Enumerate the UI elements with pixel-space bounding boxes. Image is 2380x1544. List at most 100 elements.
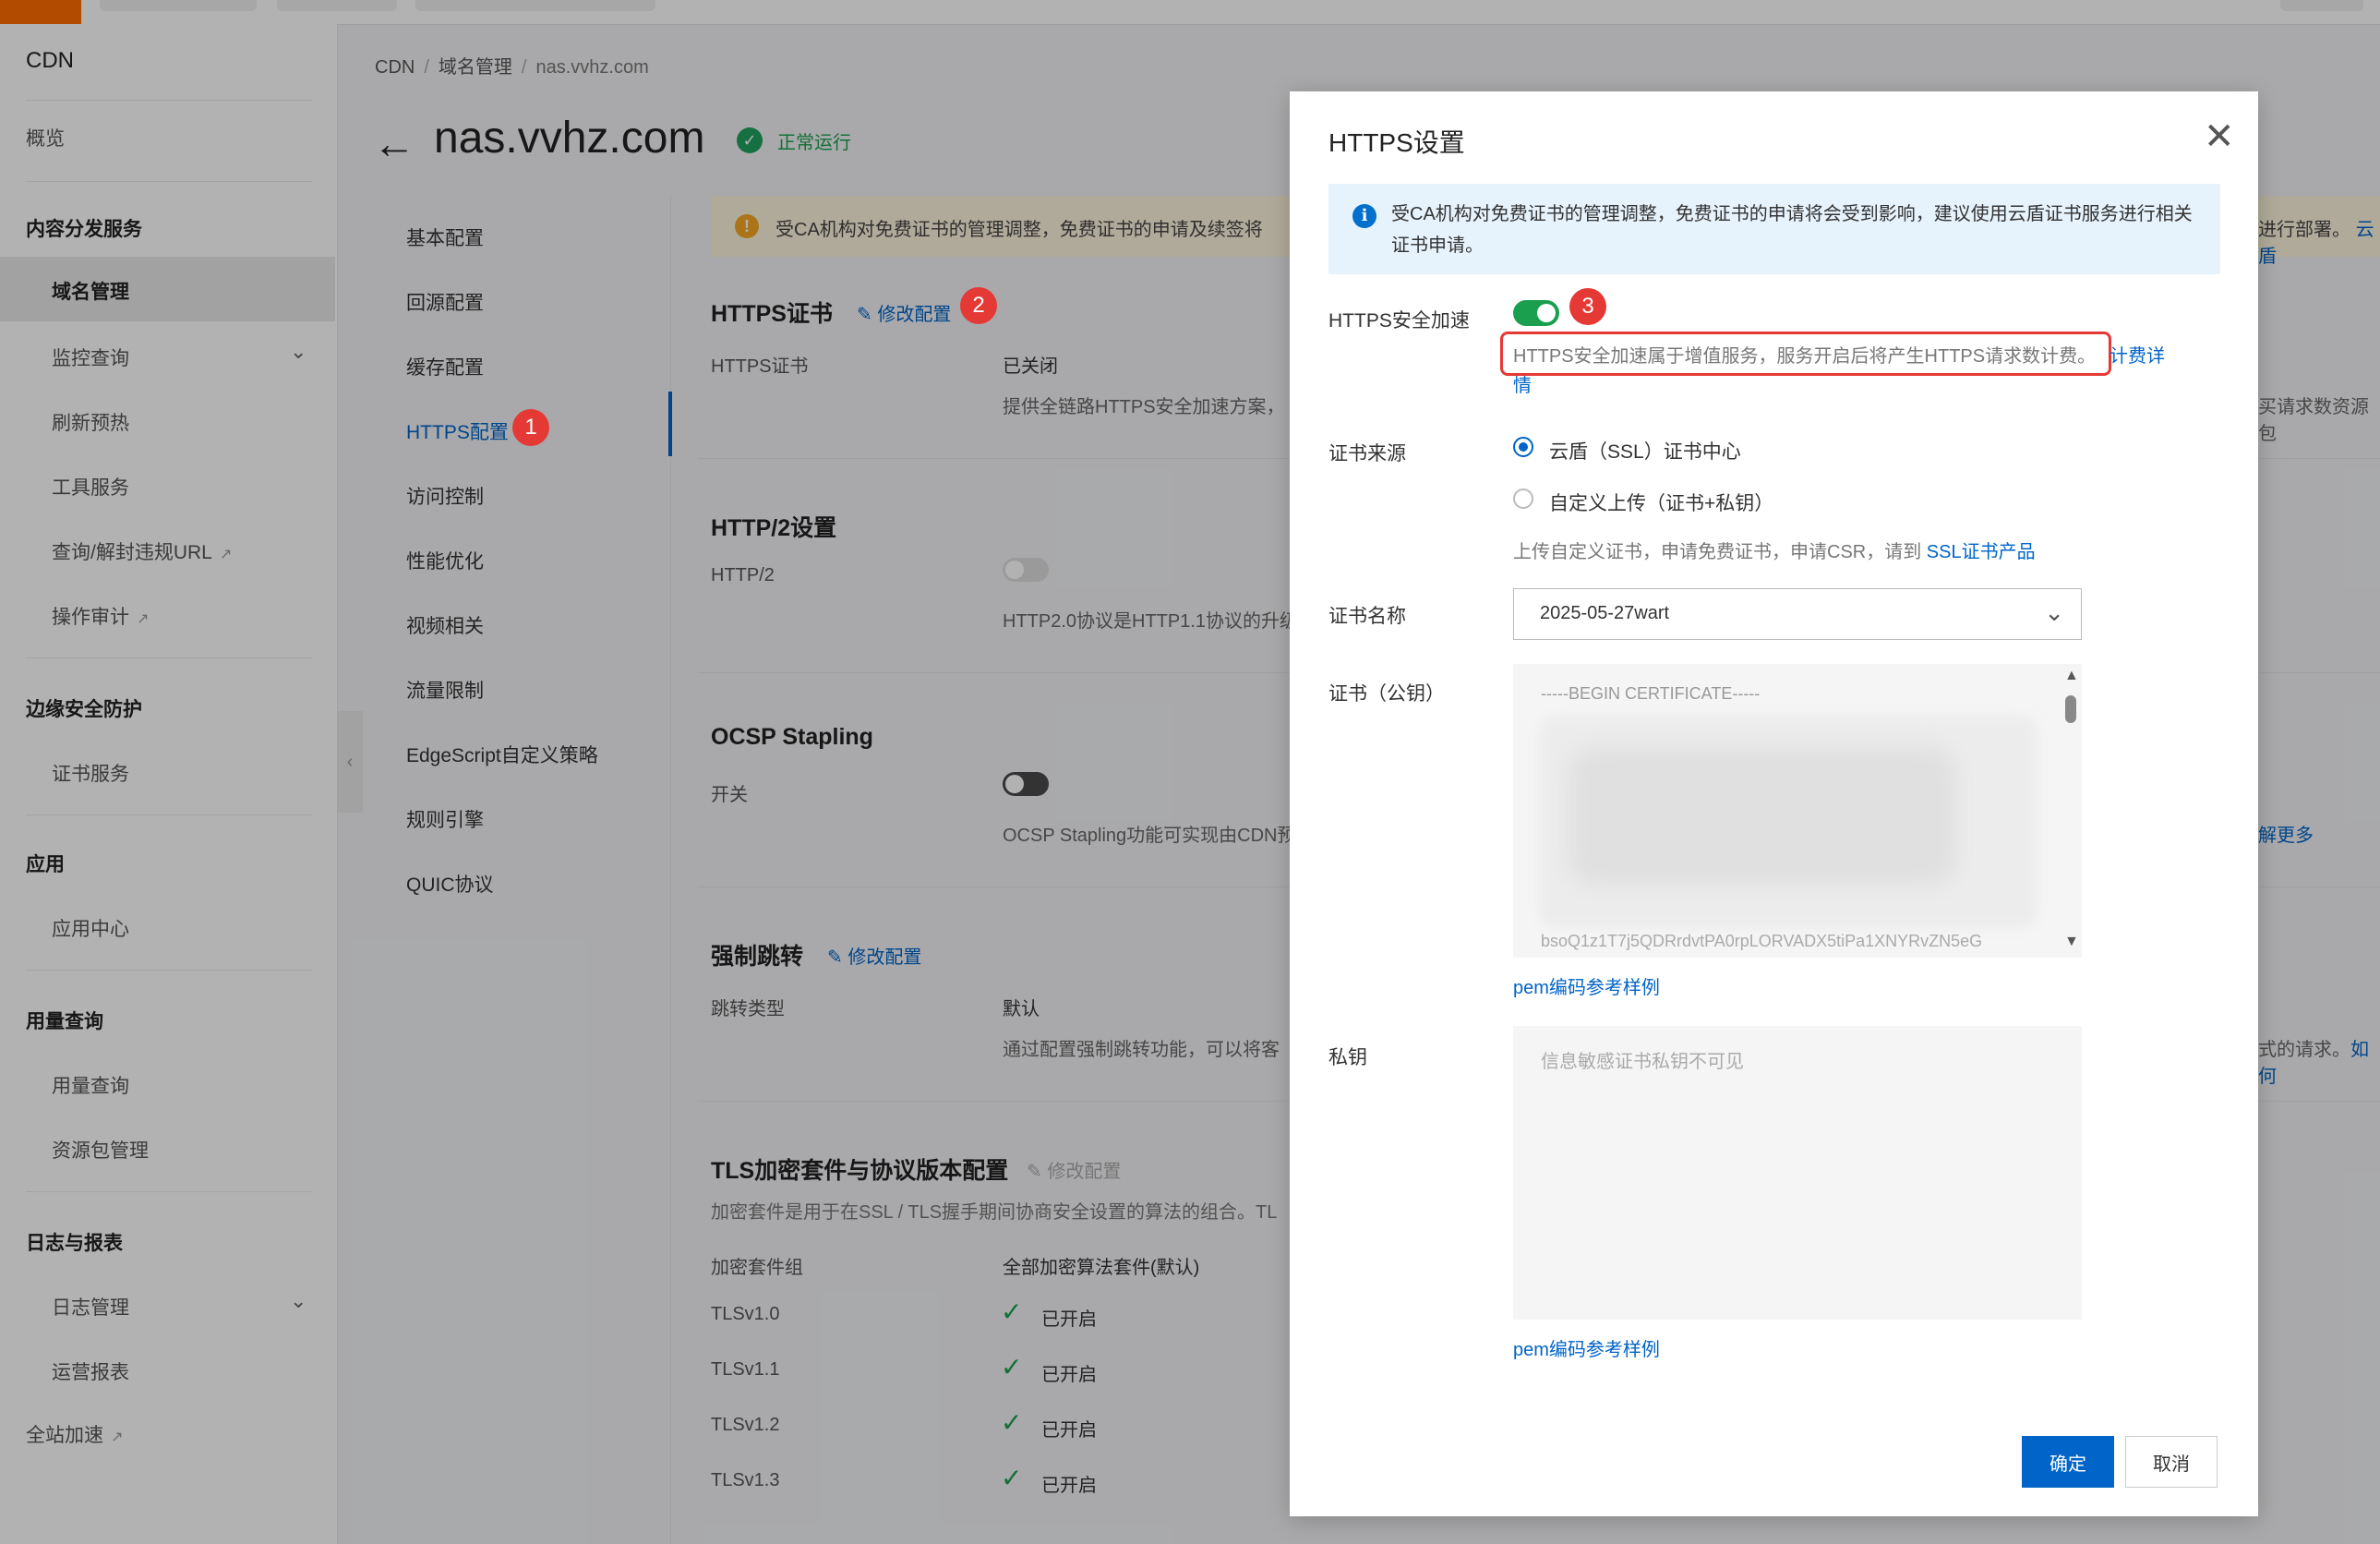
external-link-icon: ↗ bbox=[111, 1429, 124, 1445]
annotation-badge: 2 bbox=[960, 287, 997, 324]
sidebar-group-usage: 用量查询 bbox=[26, 1011, 103, 1032]
subnav-item-access[interactable]: 访问控制 bbox=[406, 482, 484, 510]
billing-details-link[interactable]: 计费详 bbox=[2110, 341, 2165, 368]
sidebar-item-app-center[interactable]: 应用中心 bbox=[52, 914, 129, 942]
check-circle-icon: ✓ bbox=[737, 127, 763, 153]
ocsp-desc: OCSP Stapling功能可实现由CDN预 bbox=[1003, 826, 1296, 846]
sidebar-item-usage-query[interactable]: 用量查询 bbox=[52, 1071, 129, 1099]
sidebar-item-domain-highlight[interactable] bbox=[0, 257, 335, 321]
subnav-item-origin[interactable]: 回源配置 bbox=[406, 288, 484, 316]
sidebar-item-log-mgmt[interactable]: 日志管理 bbox=[52, 1293, 129, 1321]
ocsp-toggle[interactable] bbox=[1003, 772, 1049, 796]
source-option-custom[interactable]: 自定义上传（证书+私钥） bbox=[1549, 489, 1773, 516]
sidebar-item-label: 全站加速 bbox=[26, 1425, 103, 1446]
top-bar bbox=[0, 0, 2380, 25]
tls-version-status: 已开启 bbox=[1041, 1420, 1097, 1441]
billing-details-link-cont[interactable]: 情 bbox=[1513, 370, 1532, 397]
http2-label: HTTP/2 bbox=[711, 565, 775, 585]
breadcrumb-item[interactable]: 域名管理 bbox=[439, 57, 512, 78]
check-icon: ✓ bbox=[1001, 1408, 1023, 1437]
close-icon[interactable]: ✕ bbox=[2204, 115, 2235, 158]
private-key-placeholder: 信息敏感证书私钥不可见 bbox=[1541, 1052, 1744, 1072]
back-arrow-icon[interactable]: ← bbox=[373, 118, 415, 168]
confirm-button[interactable]: 确定 bbox=[2022, 1436, 2114, 1488]
info-text: 受CA机构对免费证书的管理调整，免费证书的申请将会受到影响，建议使用云盾证书服务… bbox=[1391, 204, 2193, 256]
chevron-down-icon[interactable]: ⌄ bbox=[290, 1289, 307, 1313]
top-search[interactable] bbox=[415, 0, 655, 11]
http2-toggle[interactable] bbox=[1003, 558, 1049, 582]
sidebar-item-ops-report[interactable]: 运营报表 bbox=[52, 1357, 129, 1385]
sidebar-divider bbox=[26, 1191, 312, 1192]
cert-name-select[interactable]: 2025-05-27wart ⌄ bbox=[1513, 588, 2082, 640]
info-icon: i bbox=[1352, 204, 1376, 228]
http2-desc: HTTP2.0协议是HTTP1.1协议的升级 bbox=[1003, 611, 1299, 632]
scroll-up-icon[interactable]: ▲ bbox=[2064, 668, 2079, 684]
annotation-badge: 3 bbox=[1569, 288, 1606, 325]
brand-logo[interactable] bbox=[0, 0, 81, 24]
sidebar-divider bbox=[26, 100, 312, 101]
chevron-down-icon: ⌄ bbox=[2044, 598, 2064, 626]
cert-tail-line: bsoQ1z1T7j5QDRrdvtPA0rpLORVADX5tiPa1XNYR… bbox=[1541, 932, 1983, 950]
https-cert-desc-right: 买请求数资源包 bbox=[2258, 397, 2369, 444]
upload-hint-text: 上传自定义证书，申请免费证书，申请CSR，请到 bbox=[1513, 542, 1922, 562]
sidebar-item-overview[interactable]: 概览 bbox=[26, 124, 65, 151]
cert-public-textarea[interactable]: -----BEGIN CERTIFICATE----- bsoQ1z1T7j5Q… bbox=[1513, 664, 2082, 958]
subnav-item-cache[interactable]: 缓存配置 bbox=[406, 353, 484, 380]
source-radio-custom[interactable] bbox=[1513, 489, 1533, 509]
top-nav-item[interactable] bbox=[100, 0, 257, 11]
left-sidebar bbox=[0, 24, 338, 1544]
subnav-item-quic[interactable]: QUIC协议 bbox=[406, 870, 494, 898]
sidebar-item-domain[interactable]: 域名管理 bbox=[52, 277, 129, 305]
source-option-cloud[interactable]: 云盾（SSL）证书中心 bbox=[1549, 437, 1741, 464]
sidebar-collapse-handle[interactable]: ‹ bbox=[337, 711, 363, 813]
sidebar-item-package[interactable]: 资源包管理 bbox=[52, 1136, 149, 1164]
https-accel-label: HTTPS安全加速 bbox=[1328, 310, 1470, 332]
subnav-item-performance[interactable]: 性能优化 bbox=[406, 547, 484, 574]
warning-text-right: 进行部署。 云盾 bbox=[2258, 214, 2380, 268]
sidebar-group-content: 内容分发服务 bbox=[26, 219, 142, 240]
subnav-item-rate-limit[interactable]: 流量限制 bbox=[406, 676, 484, 704]
pem-example-link[interactable]: pem编码参考样例 bbox=[1513, 1334, 1660, 1361]
edit-redirect-link[interactable]: ✎ 修改配置 bbox=[827, 942, 921, 969]
status-badge: 正常运行 bbox=[777, 133, 851, 153]
tls-version-status: 已开启 bbox=[1041, 1476, 1097, 1496]
sidebar-item-dcdn[interactable]: 全站加速 ↗ bbox=[26, 1420, 123, 1448]
sidebar-item-refresh[interactable]: 刷新预热 bbox=[52, 408, 129, 436]
breadcrumb-item[interactable]: CDN bbox=[375, 57, 415, 78]
private-key-textarea[interactable]: 信息敏感证书私钥不可见 bbox=[1513, 1026, 2082, 1320]
https-cert-desc: 提供全链路HTTPS安全加速方案， bbox=[1003, 397, 1285, 417]
sidebar-item-blocked-url[interactable]: 查询/解封违规URL ↗ bbox=[52, 537, 232, 565]
sidebar-item-monitor[interactable]: 监控查询 bbox=[52, 344, 129, 371]
edit-tls-link: ✎ 修改配置 bbox=[1027, 1156, 1121, 1183]
chevron-down-icon[interactable]: ⌄ bbox=[290, 340, 307, 364]
subnav-item-https[interactable]: HTTPS配置 bbox=[406, 417, 509, 445]
sidebar-group-edge: 边缘安全防护 bbox=[26, 699, 142, 720]
https-accel-toggle[interactable] bbox=[1513, 300, 1559, 326]
sidebar-title: CDN bbox=[26, 48, 74, 73]
ocsp-learn-more-link[interactable]: 解更多 bbox=[2258, 820, 2314, 847]
subnav-item-rules[interactable]: 规则引擎 bbox=[406, 805, 484, 833]
scroll-down-icon[interactable]: ▼ bbox=[2064, 934, 2079, 950]
info-banner: i 受CA机构对免费证书的管理调整，免费证书的申请将会受到影响，建议使用云盾证书… bbox=[1328, 184, 2220, 274]
tls-version-label: TLSv1.0 bbox=[711, 1304, 780, 1324]
sidebar-item-audit[interactable]: 操作审计 ↗ bbox=[52, 602, 149, 630]
subnav-item-edgescript[interactable]: EdgeScript自定义策略 bbox=[406, 741, 598, 768]
edit-https-cert-link[interactable]: ✎ 修改配置 bbox=[857, 299, 951, 326]
edit-icon: ✎ bbox=[857, 305, 872, 325]
warning-right-text: 进行部署。 bbox=[2258, 220, 2350, 240]
subnav-item-video[interactable]: 视频相关 bbox=[406, 611, 484, 639]
top-account[interactable] bbox=[2280, 0, 2363, 11]
cert-blurred-content bbox=[1569, 747, 1956, 886]
top-nav-item[interactable] bbox=[277, 0, 397, 11]
sidebar-item-tools[interactable]: 工具服务 bbox=[52, 473, 129, 501]
tls-version-status: 已开启 bbox=[1041, 1365, 1097, 1385]
tls-desc: 加密套件是用于在SSL / TLS握手期间协商安全设置的算法的组合。TL bbox=[711, 1202, 1278, 1223]
sidebar-item-cert-service[interactable]: 证书服务 bbox=[52, 759, 129, 787]
cancel-button[interactable]: 取消 bbox=[2125, 1436, 2218, 1488]
scrollbar-thumb[interactable] bbox=[2065, 695, 2076, 723]
subnav-item-basic[interactable]: 基本配置 bbox=[406, 223, 484, 251]
pem-example-link[interactable]: pem编码参考样例 bbox=[1513, 972, 1660, 999]
ssl-product-link[interactable]: SSL证书产品 bbox=[1927, 542, 2036, 562]
http2-title: HTTP/2设置 bbox=[711, 515, 837, 541]
source-radio-cloud[interactable] bbox=[1513, 437, 1533, 457]
